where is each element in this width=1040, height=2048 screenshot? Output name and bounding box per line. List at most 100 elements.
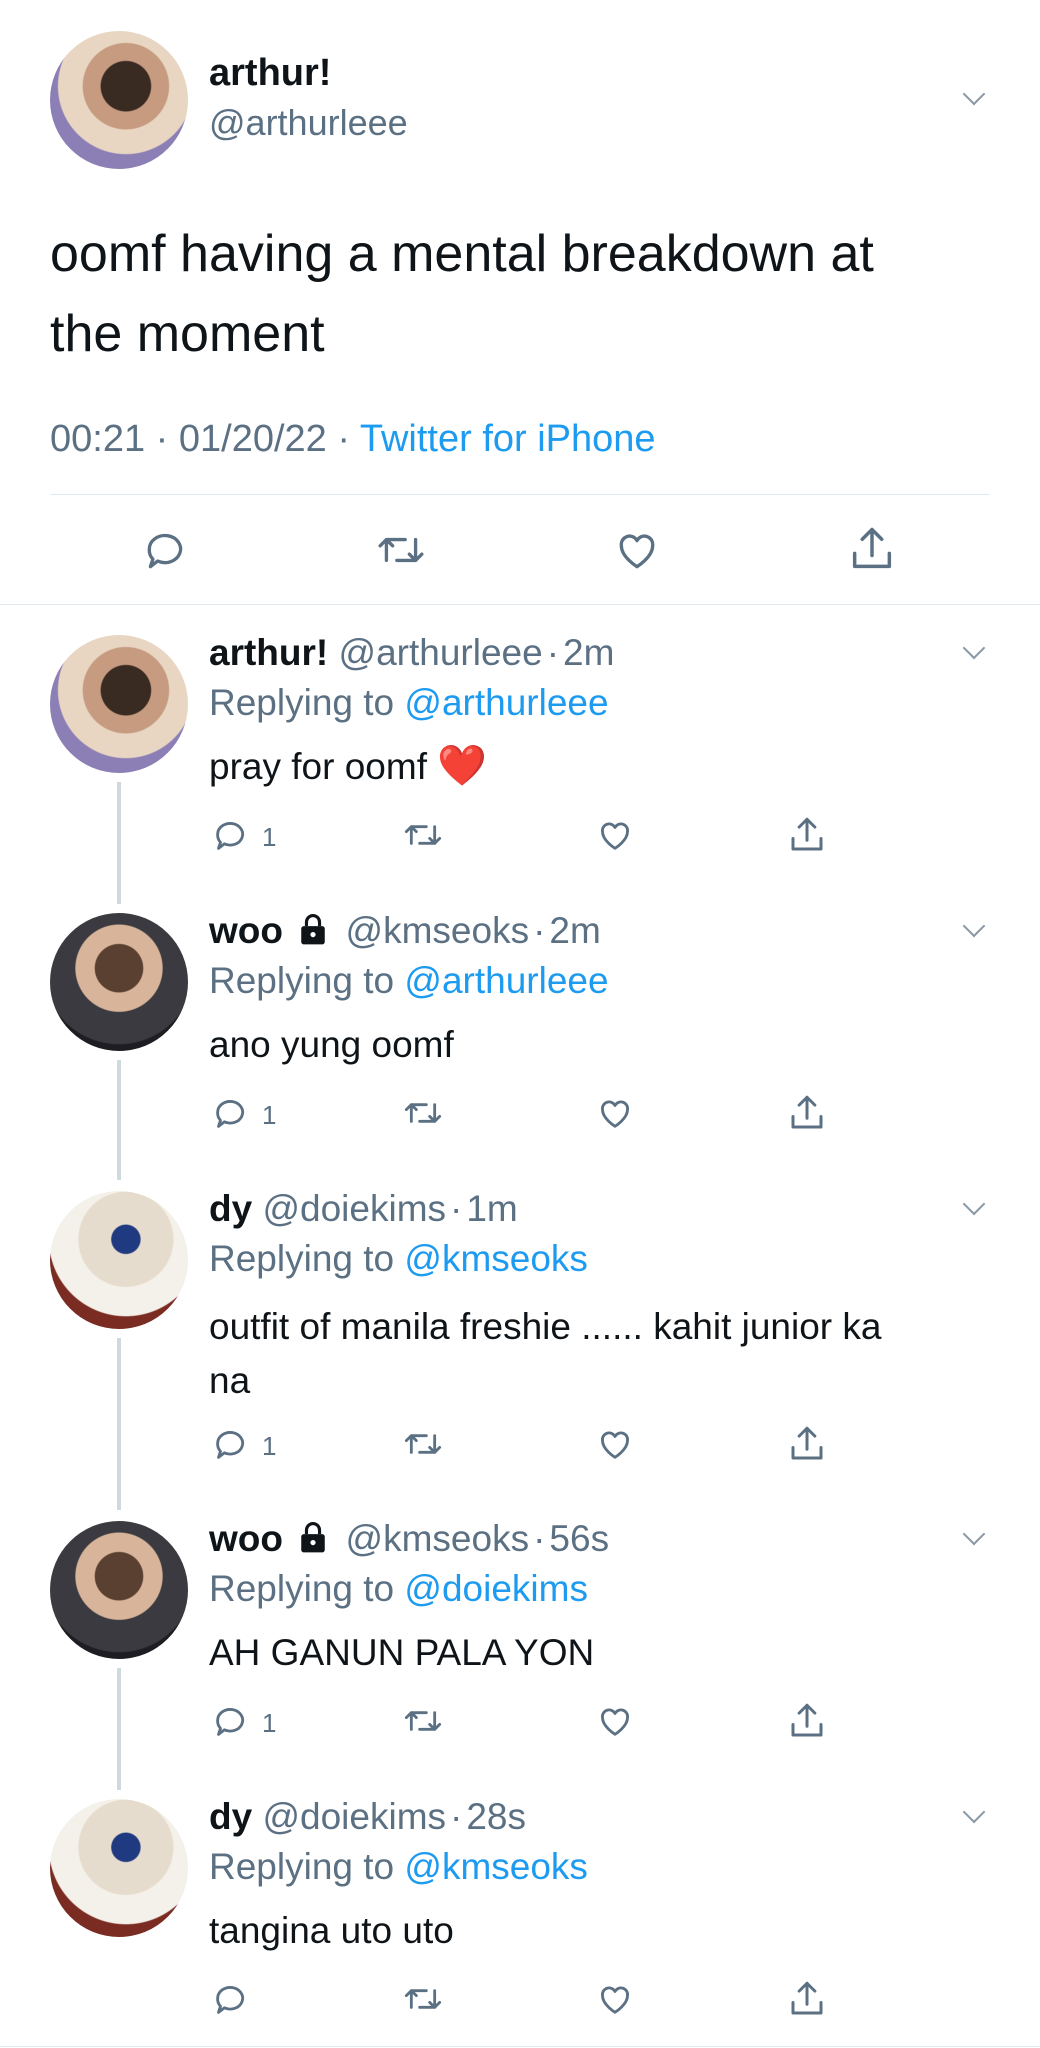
- like-icon[interactable]: [594, 815, 636, 855]
- chevron-down-icon[interactable]: [962, 1192, 986, 1216]
- tweet-source-link[interactable]: Twitter for iPhone: [360, 418, 656, 460]
- replying-to-label: Replying to: [209, 1238, 395, 1279]
- like-icon[interactable]: [594, 1093, 636, 1133]
- reply-text: pray for oomf ❤️: [209, 742, 487, 789]
- bottom-divider: [0, 2046, 1040, 2047]
- retweet-icon[interactable]: [400, 1424, 446, 1464]
- meta-separator: ·: [533, 1518, 546, 1559]
- retweet-icon[interactable]: [400, 1701, 446, 1741]
- replying-to-link[interactable]: @kmseoks: [404, 1846, 588, 1887]
- share-icon[interactable]: [786, 1092, 828, 1134]
- reply-text: ano yung oomf: [209, 1024, 454, 1065]
- reply-text: AH GANUN PALA YON: [209, 1632, 595, 1673]
- replying-to-link[interactable]: @kmseoks: [404, 1238, 588, 1279]
- reply-icon[interactable]: [211, 815, 251, 855]
- replying-to: Replying to @kmseoks: [209, 1238, 588, 1280]
- share-icon[interactable]: [786, 1700, 828, 1742]
- reply-header: dy @doiekims · 1m: [209, 1188, 518, 1230]
- author-handle[interactable]: @arthurleee: [339, 632, 543, 673]
- thread-line: [117, 1338, 121, 1510]
- tweet-text: oomf having a mental breakdown at the mo…: [50, 214, 874, 374]
- avatar[interactable]: [50, 1521, 188, 1659]
- author-name[interactable]: woo: [209, 910, 283, 951]
- tweet-meta: 00:21 · 01/20/22 · Twitter for iPhone: [50, 418, 656, 461]
- reply-icon[interactable]: [211, 1093, 251, 1133]
- reply-text: tangina uto uto: [209, 1910, 454, 1951]
- replying-to-label: Replying to: [209, 1846, 395, 1887]
- reply-text-line: na: [209, 1360, 251, 1401]
- replying-to-label: Replying to: [209, 960, 395, 1001]
- like-icon[interactable]: [594, 1424, 636, 1464]
- avatar[interactable]: [50, 635, 188, 773]
- section-divider: [0, 604, 1040, 605]
- reply-text-line: outfit of manila freshie ...... kahit ju…: [209, 1306, 882, 1347]
- retweet-icon[interactable]: [373, 525, 429, 575]
- reply-icon[interactable]: [141, 525, 191, 575]
- author-handle[interactable]: @kmseoks: [346, 1518, 530, 1559]
- like-icon[interactable]: [594, 1701, 636, 1741]
- share-icon[interactable]: [786, 814, 828, 856]
- author-handle[interactable]: @kmseoks: [346, 910, 530, 951]
- meta-separator: ·: [546, 632, 560, 673]
- chevron-down-icon[interactable]: [962, 82, 986, 106]
- meta-separator: ·: [533, 910, 546, 951]
- share-icon[interactable]: [846, 523, 898, 575]
- reply-time: 2m: [563, 632, 615, 673]
- reply-header: woo @kmseoks · 56s: [209, 1518, 609, 1560]
- replying-to: Replying to @arthurleee: [209, 960, 609, 1002]
- reply-time: 28s: [466, 1796, 527, 1837]
- author-handle[interactable]: @doiekims: [262, 1796, 446, 1837]
- avatar[interactable]: [50, 913, 188, 1051]
- avatar[interactable]: [50, 31, 188, 169]
- replying-to-label: Replying to: [209, 682, 395, 723]
- replying-to: Replying to @arthurleee: [209, 682, 609, 724]
- retweet-icon[interactable]: [400, 815, 446, 855]
- lock-icon: [301, 1522, 326, 1553]
- tweet-text-line: oomf having a mental breakdown at: [50, 225, 874, 283]
- replying-to-link[interactable]: @arthurleee: [404, 960, 608, 1001]
- replying-to-link[interactable]: @arthurleee: [404, 682, 608, 723]
- author-name[interactable]: arthur!: [209, 632, 328, 673]
- divider: [50, 494, 990, 495]
- like-icon[interactable]: [594, 1979, 636, 2019]
- chevron-down-icon[interactable]: [962, 636, 986, 660]
- meta-separator: ·: [450, 1188, 463, 1229]
- avatar[interactable]: [50, 1799, 188, 1937]
- reply-count: 1: [262, 1100, 277, 1130]
- reply-count: 1: [262, 1708, 277, 1738]
- thread-line: [117, 1668, 121, 1790]
- tweet-text-line: the moment: [50, 305, 325, 363]
- heart-emoji: ❤️: [437, 744, 488, 788]
- chevron-down-icon[interactable]: [962, 1522, 986, 1546]
- avatar[interactable]: [50, 1191, 188, 1329]
- retweet-icon[interactable]: [400, 1979, 446, 2019]
- reply-time: 2m: [549, 910, 601, 951]
- reply-icon[interactable]: [211, 1701, 251, 1741]
- reply-icon[interactable]: [211, 1979, 251, 2019]
- thread-line: [117, 1060, 121, 1180]
- share-icon[interactable]: [786, 1423, 828, 1465]
- like-icon[interactable]: [611, 525, 663, 575]
- author-name[interactable]: dy: [209, 1188, 252, 1229]
- replying-to-link[interactable]: @doiekims: [404, 1568, 588, 1609]
- reply-header: woo @kmseoks · 2m: [209, 910, 601, 952]
- replying-to: Replying to @kmseoks: [209, 1846, 588, 1888]
- lock-icon: [301, 914, 326, 945]
- chevron-down-icon[interactable]: [962, 1800, 986, 1824]
- author-name[interactable]: dy: [209, 1796, 252, 1837]
- share-icon[interactable]: [786, 1978, 828, 2020]
- reply-icon[interactable]: [211, 1424, 251, 1464]
- reply-count: 1: [262, 1431, 277, 1461]
- retweet-icon[interactable]: [400, 1093, 446, 1133]
- author-name[interactable]: woo: [209, 1518, 283, 1559]
- reply-count: 1: [262, 822, 277, 852]
- reply-time: 56s: [549, 1518, 610, 1559]
- reply-text-content: pray for oomf: [209, 746, 427, 787]
- author-name[interactable]: arthur!: [209, 52, 331, 95]
- thread-line: [117, 782, 121, 904]
- reply-text: outfit of manila freshie ...... kahit ju…: [209, 1300, 882, 1408]
- reply-header: dy @doiekims · 28s: [209, 1796, 526, 1838]
- author-handle[interactable]: @arthurleee: [209, 102, 408, 144]
- chevron-down-icon[interactable]: [962, 914, 986, 938]
- author-handle[interactable]: @doiekims: [262, 1188, 446, 1229]
